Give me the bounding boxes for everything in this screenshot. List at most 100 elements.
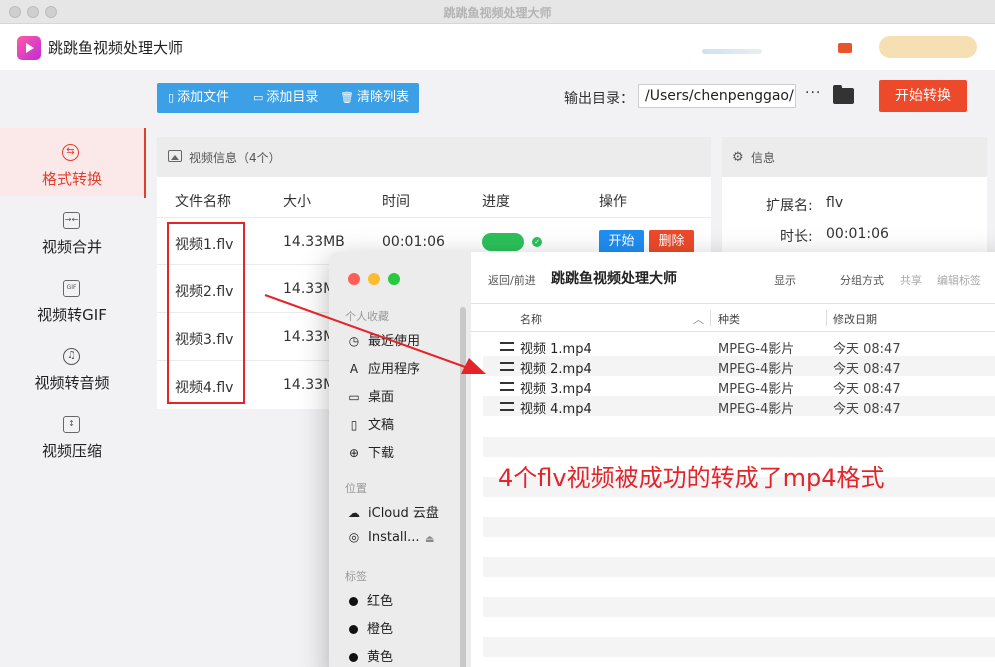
sidebar-item-label: 橙色 bbox=[367, 622, 394, 637]
file-name: 视频 2.mp4 bbox=[520, 362, 592, 377]
column-header-name[interactable]: 名称 bbox=[520, 311, 542, 327]
column-header-date[interactable]: 修改日期 bbox=[833, 311, 877, 327]
file-kind: MPEG-4影片 bbox=[718, 402, 795, 417]
output-dir-field[interactable]: /Users/chenpenggao/D bbox=[638, 84, 796, 108]
file-name: 视频 3.mp4 bbox=[520, 382, 592, 397]
app-titlebar: 跳跳鱼视频处理大师 bbox=[0, 0, 995, 24]
more-options-button[interactable]: ··· bbox=[805, 85, 821, 101]
sidebar-item-icloud[interactable]: ☁ iCloud 云盘 bbox=[345, 502, 439, 521]
open-folder-icon[interactable] bbox=[833, 85, 854, 104]
list-item[interactable]: 视频 2.mp4 MPEG-4影片 今天 08:47 bbox=[483, 356, 995, 377]
trash-icon: 🗑 bbox=[340, 91, 354, 104]
finder-zoom-button[interactable] bbox=[388, 273, 400, 285]
row-start-button[interactable]: 开始 bbox=[599, 230, 644, 254]
favorites-section-label: 个人收藏 bbox=[345, 310, 389, 323]
app-name: 跳跳鱼视频处理大师 bbox=[48, 39, 184, 57]
sidebar: ⇆ 格式转换 →← 视频合并 GIF 视频转GIF ♫ 视频转音频 ↕ 视频压缩 bbox=[0, 128, 144, 667]
clear-list-label: 清除列表 bbox=[356, 90, 409, 105]
empty-row-stripe bbox=[483, 637, 995, 657]
sidebar-item-downloads[interactable]: ⊕ 下载 bbox=[345, 442, 394, 461]
sidebar-item-label: iCloud 云盘 bbox=[368, 506, 439, 521]
tags-section-label: 标签 bbox=[345, 570, 367, 583]
video-file-icon bbox=[500, 402, 514, 411]
sidebar-item-video-merge[interactable]: →← 视频合并 bbox=[0, 196, 144, 264]
add-dir-label: 添加目录 bbox=[266, 90, 319, 105]
eject-icon[interactable]: ⏏ bbox=[425, 534, 434, 545]
start-convert-button[interactable]: 开始转换 bbox=[879, 80, 967, 112]
back-forward-button[interactable]: 返回/前进 bbox=[488, 272, 536, 288]
duration-value: 00:01:06 bbox=[826, 226, 889, 242]
finder-folder-title: 跳跳鱼视频处理大师 bbox=[551, 271, 677, 287]
column-separator bbox=[826, 310, 827, 326]
info-panel-header: ⚙ 信息 bbox=[722, 137, 987, 177]
tag-dot-icon bbox=[349, 597, 358, 606]
tag-dot-icon bbox=[349, 625, 358, 634]
column-header-time: 时间 bbox=[382, 194, 410, 210]
column-header-kind[interactable]: 种类 bbox=[718, 311, 740, 327]
file-kind: MPEG-4影片 bbox=[718, 382, 795, 397]
sidebar-tag-yellow[interactable]: 黄色 bbox=[345, 646, 393, 665]
sidebar-item-label: 视频压缩 bbox=[41, 442, 102, 460]
finder-minimize-button[interactable] bbox=[368, 273, 380, 285]
sidebar-item-label: 格式转换 bbox=[41, 170, 102, 188]
sidebar-item-format-convert[interactable]: ⇆ 格式转换 bbox=[0, 128, 144, 196]
applications-icon: A bbox=[349, 362, 359, 376]
file-date: 今天 08:47 bbox=[833, 382, 901, 397]
video-file-icon bbox=[500, 362, 514, 371]
add-dir-button[interactable]: ▭ 添加目录 bbox=[253, 83, 318, 113]
sidebar-item-label: 视频转音频 bbox=[34, 374, 110, 392]
duration-label: 时长: bbox=[780, 229, 813, 245]
list-item[interactable]: 视频 4.mp4 MPEG-4影片 今天 08:47 bbox=[483, 396, 995, 417]
merge-icon: →← bbox=[63, 212, 80, 229]
sidebar-item-video-to-audio[interactable]: ♫ 视频转音频 bbox=[0, 332, 144, 400]
annotation-text: 4个flv视频被成功的转成了mp4格式 bbox=[498, 464, 885, 492]
extension-value: flv bbox=[826, 195, 844, 211]
finder-sidebar: 个人收藏 ◷ 最近使用 A 应用程序 ▭ 桌面 ▯ 文稿 ⊕ 下载 位置 ☁ iCloud … bbox=[329, 252, 471, 667]
edit-tags-button[interactable]: 编辑标签 bbox=[937, 272, 981, 288]
list-item[interactable]: 视频 3.mp4 MPEG-4影片 今天 08:47 bbox=[483, 376, 995, 397]
info-panel-title: 信息 bbox=[751, 151, 776, 165]
sidebar-scrollbar[interactable] bbox=[460, 307, 466, 667]
sidebar-item-documents[interactable]: ▯ 文稿 bbox=[345, 414, 394, 433]
view-button[interactable]: 显示 bbox=[774, 272, 796, 288]
column-header-size: 大小 bbox=[283, 194, 311, 210]
file-date: 今天 08:47 bbox=[833, 342, 901, 357]
active-indicator bbox=[144, 128, 146, 198]
gif-icon: GIF bbox=[63, 280, 80, 297]
sidebar-item-video-compress[interactable]: ↕ 视频压缩 bbox=[0, 400, 144, 468]
sidebar-item-label: 下载 bbox=[368, 446, 395, 461]
document-icon: ▯ bbox=[350, 418, 358, 432]
sidebar-item-install[interactable]: ◎ Install... bbox=[345, 530, 420, 545]
file-name: 视频 1.mp4 bbox=[520, 342, 592, 357]
empty-row-stripe bbox=[483, 437, 995, 457]
file-size: 14.33MB bbox=[283, 234, 345, 250]
convert-icon: ⇆ bbox=[62, 144, 79, 161]
sidebar-item-applications[interactable]: A 应用程序 bbox=[345, 358, 420, 377]
sidebar-item-recents[interactable]: ◷ 最近使用 bbox=[345, 330, 420, 349]
output-dir-label: 输出目录： bbox=[564, 91, 634, 107]
progress-bar bbox=[482, 233, 524, 251]
finder-close-button[interactable] bbox=[348, 273, 360, 285]
sort-chevron-icon: ︿ bbox=[693, 313, 704, 326]
app-logo-icon bbox=[17, 36, 41, 60]
list-item[interactable]: 视频 1.mp4 MPEG-4影片 今天 08:47 bbox=[483, 336, 995, 357]
download-icon: ⊕ bbox=[348, 446, 360, 460]
sidebar-item-video-to-gif[interactable]: GIF 视频转GIF bbox=[0, 264, 144, 332]
header-vip-button[interactable] bbox=[879, 36, 977, 58]
audio-icon: ♫ bbox=[63, 348, 80, 365]
sidebar-tag-orange[interactable]: 橙色 bbox=[345, 618, 393, 637]
clear-list-button[interactable]: 🗑 清除列表 bbox=[340, 83, 409, 113]
sidebar-item-desktop[interactable]: ▭ 桌面 bbox=[345, 386, 394, 405]
gear-icon: ⚙ bbox=[732, 150, 744, 165]
sidebar-tag-red[interactable]: 红色 bbox=[345, 590, 393, 609]
file-date: 今天 08:47 bbox=[833, 362, 901, 377]
group-by-button[interactable]: 分组方式 bbox=[840, 272, 884, 288]
empty-row-stripe bbox=[483, 597, 995, 617]
share-button[interactable]: 共享 bbox=[900, 272, 922, 288]
add-file-button[interactable]: ▯ 添加文件 bbox=[168, 83, 229, 113]
row-delete-button[interactable]: 删除 bbox=[649, 230, 694, 254]
file-duration: 00:01:06 bbox=[382, 234, 445, 250]
column-header-actions: 操作 bbox=[599, 194, 627, 210]
sidebar-item-label: 最近使用 bbox=[368, 334, 421, 349]
sidebar-item-label: 红色 bbox=[367, 594, 394, 609]
